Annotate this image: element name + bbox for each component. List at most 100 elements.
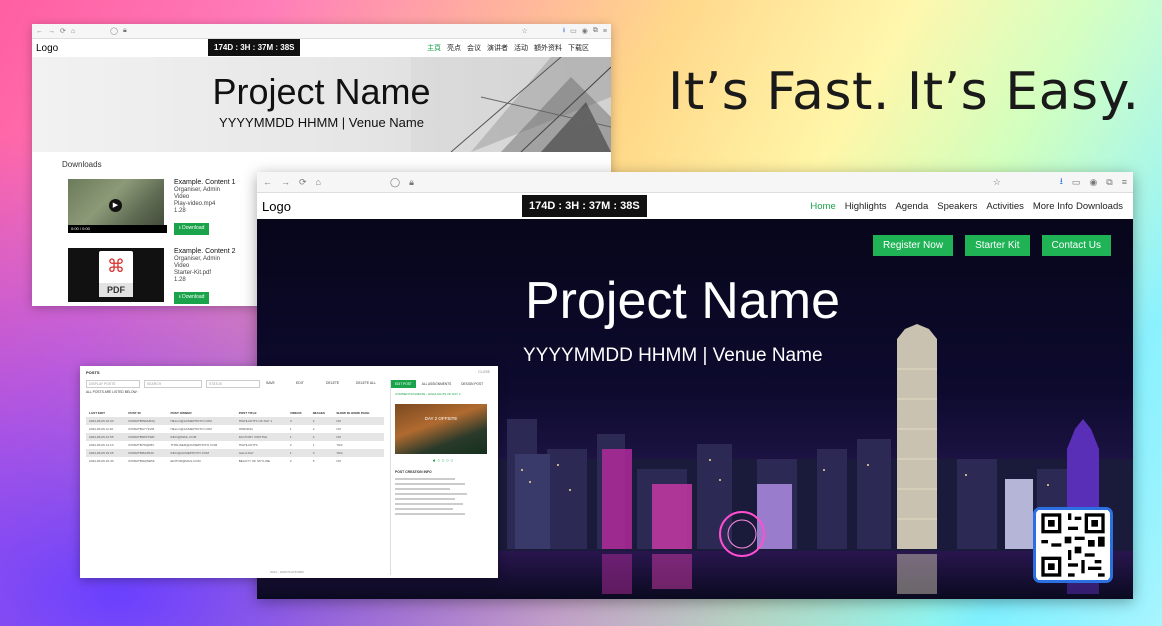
tab-all-assignments[interactable]: ALL ASSIGNMENTS: [418, 380, 455, 388]
tab-edit-post[interactable]: EDIT POST: [391, 380, 416, 388]
pdf-thumbnail[interactable]: ⌘ PDF: [68, 248, 164, 302]
site-header: Logo 174D : 3H : 37M : 38S Home Highligh…: [257, 193, 1133, 219]
slide-image[interactable]: DAY 2 OFFSITE: [395, 404, 487, 454]
col-show-home[interactable]: SHOW IN HOME PAGE: [333, 409, 384, 417]
nav-downloads[interactable]: Downloads: [1076, 201, 1123, 212]
table-row[interactable]: 2024-09-09 12:55 0X9NZTB6P4TWR INFO@MAIL.C…: [86, 433, 384, 441]
nav-highlights[interactable]: Highlights: [845, 201, 887, 212]
item-file: Starter-Kit.pdf: [174, 270, 212, 276]
forward-icon[interactable]: →: [281, 177, 290, 187]
cell: HELLO@ACMEPHOTO.COM: [167, 417, 236, 425]
col-post-title[interactable]: POST TITLE: [236, 409, 287, 417]
tagline: It’s Fast. It’s Easy.: [668, 62, 1140, 122]
edit-button[interactable]: EDIT: [294, 380, 320, 386]
nav-item[interactable]: 下载区: [568, 43, 589, 53]
status-select[interactable]: STATUS: [206, 380, 260, 388]
reader-icon[interactable]: ▭: [570, 27, 577, 35]
logo[interactable]: Logo: [262, 199, 291, 214]
nav-activities[interactable]: Activities: [986, 201, 1023, 212]
table-row[interactable]: 2024-09-09 11:40 0X9NZTBA7YK2M HELLO@ACMEP…: [86, 425, 384, 433]
cell: 1: [286, 433, 310, 441]
nav-item[interactable]: 亮点: [447, 43, 461, 53]
display-posts-select[interactable]: DISPLAY POSTS: [86, 380, 140, 388]
cell: 2: [289, 443, 292, 447]
back-icon[interactable]: ←: [36, 28, 43, 35]
nav-item[interactable]: 額外资料: [534, 43, 562, 53]
account-icon[interactable]: ◉: [1089, 177, 1097, 188]
download-icon[interactable]: ⭳: [563, 26, 565, 37]
nav-item[interactable]: 会议: [467, 43, 481, 53]
extensions-icon[interactable]: ⧉: [1106, 177, 1112, 188]
detail-heading: POST CREATION INFO: [395, 470, 432, 474]
admin-posts-window: POSTS CLOSE DISPLAY POSTS SEARCH STATUS …: [80, 366, 498, 578]
cell: YES: [333, 449, 384, 457]
qr-code[interactable]: [1033, 507, 1113, 583]
register-now-button[interactable]: Register Now: [873, 235, 954, 256]
menu-icon[interactable]: ≡: [603, 28, 607, 35]
hero-title: Project Name: [212, 71, 431, 112]
forward-icon[interactable]: →: [48, 28, 55, 35]
delete-button[interactable]: DELETE: [324, 380, 350, 386]
starter-kit-button[interactable]: Starter Kit: [965, 235, 1030, 256]
col-post-owner[interactable]: POST OWNER: [167, 409, 235, 417]
search-input[interactable]: SEARCH: [144, 380, 202, 388]
star-icon[interactable]: ☆: [993, 177, 1001, 188]
side-heading: COMMENTS/CREATE - HIGHLIGHTS OF DAY 2: [395, 392, 461, 396]
table-row[interactable]: 2024-09-09 15:25 0X9NZTB8LMN3C INFO@ACMEPH…: [86, 449, 384, 457]
reload-icon[interactable]: ⟳: [299, 177, 307, 188]
cell: INFO@ACMEPHOTO.COM: [167, 449, 236, 457]
table-row[interactable]: 2024-09-09 16:40 0X9NZTB9QWE5F EDITOR@MAIL…: [86, 457, 384, 465]
video-thumbnail[interactable]: ▶ 0:00 / 0:00: [68, 179, 167, 233]
download-label: Download: [182, 294, 205, 300]
browser-toolbar: ← → ⟳ ⌂ ◯ 🔒︎ ☆ ⭳ ▭ ◉ ⧉ ≡: [32, 24, 611, 39]
download-icon[interactable]: ⭳: [1060, 174, 1063, 190]
reader-icon[interactable]: ▭: [1072, 177, 1081, 188]
col-videos[interactable]: VIDEOS: [287, 409, 310, 417]
item-type: Video: [174, 194, 190, 200]
cta-buttons: Register Now Starter Kit Contact Us: [873, 235, 1111, 256]
item-size: 1.28: [174, 208, 186, 214]
carousel-dots[interactable]: ● ○ ○ ○ ○: [391, 458, 495, 464]
item-info: Example. Content 2 Organiser, Admin Vide…: [174, 248, 235, 284]
extensions-icon[interactable]: ⧉: [593, 27, 598, 35]
cell: 1: [289, 427, 292, 431]
cell: GALA DAY: [235, 449, 287, 457]
reload-icon[interactable]: ⟳: [60, 27, 66, 35]
download-button[interactable]: ⭳ Download: [174, 223, 210, 235]
lock-icon: 🔒︎: [122, 27, 127, 34]
hero-subtitle: YYYYMMDD HHMM | Venue Name: [523, 345, 823, 366]
nav-item[interactable]: 演讲者: [487, 43, 508, 53]
play-icon[interactable]: ▶: [109, 199, 122, 212]
table-row[interactable]: 2024-09-09 10:20 0X9NZTB5WA3DQ HELLO@ACMEP…: [86, 417, 384, 425]
download-button[interactable]: ⭳ Download: [174, 292, 210, 304]
home-icon[interactable]: ⌂: [316, 177, 321, 187]
nav-more-info[interactable]: More Info: [1033, 201, 1073, 212]
nav-home[interactable]: Home: [810, 201, 835, 212]
side-tabs: EDIT POST ALL ASSIGNMENTS DESIGN POST: [391, 380, 495, 388]
cell: FACTORY VISITING: [235, 433, 287, 441]
col-images[interactable]: IMAGES: [310, 409, 334, 417]
video-controls[interactable]: 0:00 / 0:00: [68, 225, 167, 233]
cell: 0X9NZTBA7YK2M: [128, 427, 155, 431]
nav-item[interactable]: 主頁: [427, 43, 441, 53]
home-icon[interactable]: ⌂: [71, 28, 75, 35]
star-icon[interactable]: ☆: [521, 27, 527, 35]
nav-speakers[interactable]: Speakers: [937, 201, 977, 212]
account-icon[interactable]: ◉: [582, 27, 588, 35]
cell: 2024-09-09 15:25: [86, 449, 126, 457]
logo[interactable]: Logo: [36, 43, 58, 54]
menu-icon[interactable]: ≡: [1122, 177, 1127, 187]
close-button[interactable]: CLOSE: [478, 370, 490, 374]
col-last-edit[interactable]: LAST EDIT: [86, 409, 125, 417]
tab-design-post[interactable]: DESIGN POST: [457, 380, 487, 388]
back-icon[interactable]: ←: [263, 177, 272, 187]
nav-agenda[interactable]: Agenda: [895, 201, 928, 212]
contact-us-button[interactable]: Contact Us: [1041, 235, 1111, 256]
nav-item[interactable]: 活动: [514, 43, 528, 53]
save-button[interactable]: SAVE: [264, 380, 290, 386]
table-row[interactable]: 2024-09-09 14:10 0X9NZTB7DQR8V THISUSER@AC…: [86, 441, 384, 449]
col-post-id[interactable]: POST ID: [125, 409, 167, 417]
table-header: LAST EDIT POST ID POST OWNER POST TITLE …: [86, 409, 384, 417]
delete-all-button[interactable]: DELETE ALL: [354, 380, 380, 386]
cell: 2: [289, 459, 292, 463]
